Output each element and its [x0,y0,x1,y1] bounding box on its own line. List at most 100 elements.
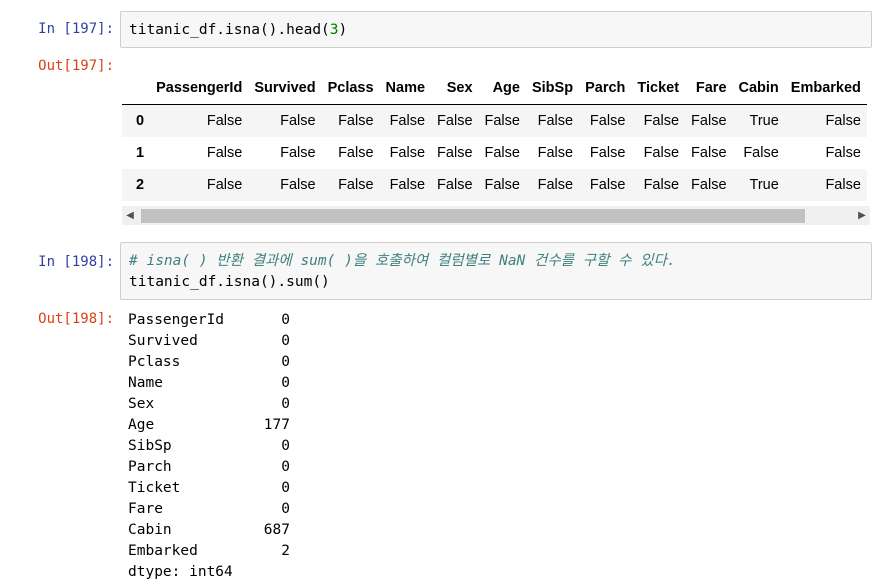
column-header: Parch [579,72,632,105]
series-row: Ticket 0 [128,478,290,499]
row-index: 1 [136,145,145,161]
scroll-left-arrow-icon[interactable]: ◀ [122,206,138,225]
table-cell: False [537,177,574,193]
code-number: 3 [329,22,339,38]
series-dtype: dtype: int64 [128,564,233,580]
table-cell: False [484,145,520,161]
series-value: 0 [281,501,290,517]
index-header [122,72,151,105]
table-cell: False [338,113,374,129]
output-prompt-198: Out[198]: [38,311,114,327]
series-key: Pclass [128,354,181,370]
series-value: 2 [281,543,290,559]
row-index: 2 [136,177,145,193]
table-cell: False [389,145,426,161]
series-key: Age [128,417,155,433]
series-key: Sex [128,396,155,412]
code-text: titanic_df.isna().head( [129,22,330,38]
series-row: Parch 0 [128,457,290,478]
code-cell-197[interactable]: titanic_df.isna().head(3) [120,11,872,48]
series-row: Name 0 [128,373,290,394]
table-cell: False [825,113,861,129]
column-header: PassengerId [150,72,249,105]
table-cell: False [280,177,316,193]
series-key: Embarked [128,543,198,559]
column-header: SibSp [525,72,580,105]
table-cell: False [338,177,374,193]
column-header: Cabin [732,72,785,105]
table-cell: False [825,177,861,193]
table-cell: False [589,113,626,129]
code-text: titanic_df.isna().sum() [129,274,330,290]
column-header: Age [478,72,526,105]
table-cell: False [643,145,680,161]
series-value: 0 [281,480,290,496]
table-cell: False [437,177,473,193]
series-key: Ticket [128,480,181,496]
column-header: Pclass [321,72,380,105]
table-row: 0 False False False False False False False Fals… [122,104,867,137]
table-cell: False [825,145,861,161]
column-header: Sex [431,72,479,105]
table-cell: False [280,113,316,129]
scrollbar-thumb[interactable] [141,209,805,223]
series-value: 0 [281,438,290,454]
series-row: Cabin 687 [128,520,290,541]
series-value: 687 [263,522,290,538]
series-row: Pclass 0 [128,352,290,373]
table-cell: False [484,113,520,129]
table-row: 2 False False False False False False False Fals… [122,169,867,201]
table-cell: False [589,177,626,193]
table-cell: True [749,177,779,193]
code-comment: # isna( ) 반환 결과에 sum( )을 호출하여 컬럼별로 NaN 건… [129,253,676,269]
series-value: 0 [281,375,290,391]
table-cell: False [537,113,574,129]
series-value: 0 [281,312,290,328]
table-body: 0 False False False False False False False Fals… [122,104,867,201]
series-key: Fare [128,501,163,517]
output-prompt-197: Out[197]: [38,58,114,74]
input-prompt-197: In [197]: [38,21,114,37]
series-value: 0 [281,354,290,370]
series-key: Name [128,375,163,391]
column-header: Survived [248,72,322,105]
table-cell: False [206,177,243,193]
table-cell: False [437,113,473,129]
series-row: Age 177 [128,415,290,436]
table-cell: False [743,145,779,161]
table-header-row: PassengerId Survived Pclass Name Sex Age SibSp… [122,72,867,105]
table-row: 1 False False False False False False False Fals… [122,137,867,169]
table-cell: True [749,113,779,129]
scroll-right-arrow-icon[interactable]: ▶ [854,206,870,225]
series-key: Survived [128,333,198,349]
series-row: SibSp 0 [128,436,290,457]
series-row: Survived 0 [128,331,290,352]
series-key: Cabin [128,522,172,538]
table-cell: False [338,145,374,161]
table-cell: False [643,177,680,193]
table-cell: False [389,113,426,129]
column-header: Ticket [631,72,686,105]
series-key: SibSp [128,438,172,454]
table-cell: False [389,177,426,193]
series-value: 0 [281,333,290,349]
series-row: Fare 0 [128,499,290,520]
table-cell: False [691,145,727,161]
table-cell: False [691,177,727,193]
series-row: Sex 0 [128,394,290,415]
table-cell: False [589,145,626,161]
table-cell: False [206,145,243,161]
input-prompt-198: In [198]: [38,254,114,270]
series-value: 0 [281,396,290,412]
series-key: Parch [128,459,172,475]
code-cell-198[interactable]: # isna( ) 반환 결과에 sum( )을 호출하여 컬럼별로 NaN 건… [120,242,872,300]
row-index: 0 [136,113,145,129]
horizontal-scrollbar[interactable]: ◀ ▶ [122,206,870,225]
table-cell: False [537,145,574,161]
table-cell: False [206,113,243,129]
table-cell: False [280,145,316,161]
column-header: Name [379,72,432,105]
series-row: Embarked 2 [128,541,290,562]
table-cell: False [643,113,680,129]
series-row: PassengerId 0 [128,310,290,331]
